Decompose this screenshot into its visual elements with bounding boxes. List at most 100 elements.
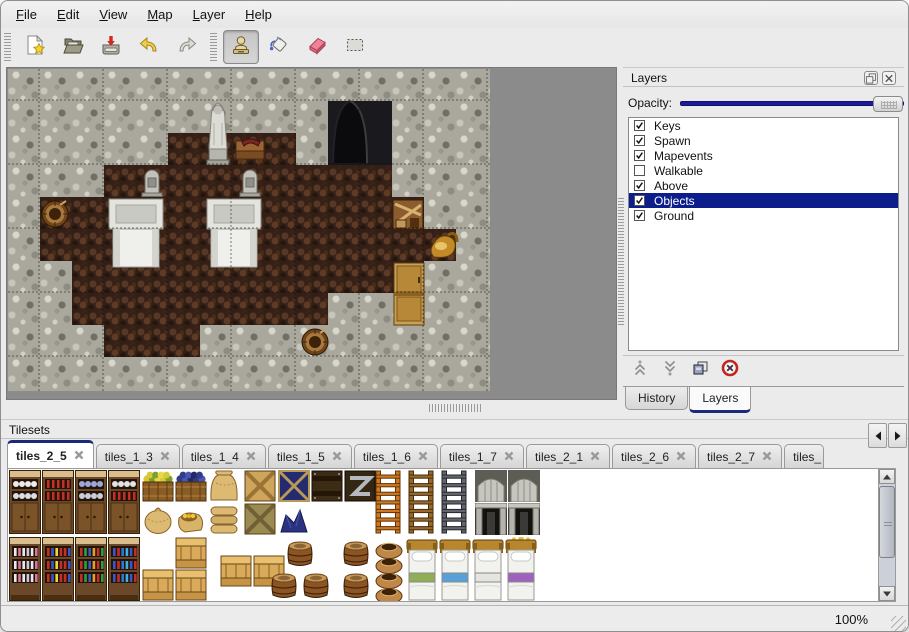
- tileset-tab-tiles_2_5[interactable]: tiles_2_5: [7, 440, 94, 469]
- layer-visibility-checkbox[interactable]: [634, 210, 645, 221]
- tile-shelf-books-redblue[interactable]: [42, 537, 74, 601]
- layer-visibility-checkbox[interactable]: [634, 195, 645, 206]
- open-folder-button[interactable]: [55, 30, 91, 64]
- tileset-tab-tiles_1_7[interactable]: tiles_1_7: [440, 444, 524, 469]
- tile-crate-produce-grapes[interactable]: [175, 470, 207, 502]
- tile-crate-navy[interactable]: [278, 470, 310, 502]
- tile-sack-round[interactable]: [142, 503, 174, 535]
- tile-arch-top[interactable]: [475, 470, 507, 502]
- close-tab-icon[interactable]: [245, 450, 257, 465]
- eraser-tool-button[interactable]: [299, 30, 335, 64]
- window-resize-grip[interactable]: [891, 616, 906, 631]
- map-canvas[interactable]: [8, 69, 490, 391]
- tile-shelf-books-blue[interactable]: [108, 537, 140, 601]
- undo-button[interactable]: [131, 30, 167, 64]
- tile-crate-produce-veg[interactable]: [142, 470, 174, 502]
- tile-barrel-up[interactable]: [300, 569, 332, 601]
- tile-shelf-books-multi[interactable]: [75, 537, 107, 601]
- layer-row-spawn[interactable]: Spawn: [629, 133, 898, 148]
- close-tab-icon[interactable]: [159, 450, 171, 465]
- save-button[interactable]: [93, 30, 129, 64]
- close-tab-icon[interactable]: [331, 450, 343, 465]
- tile-shelf-cabinet-dishes[interactable]: [9, 470, 41, 534]
- layer-visibility-checkbox[interactable]: [634, 120, 645, 131]
- opacity-slider[interactable]: [680, 101, 904, 106]
- layer-visibility-checkbox[interactable]: [634, 150, 645, 161]
- tile-pot-stack[interactable]: [374, 537, 404, 601]
- menu-item-view[interactable]: View: [89, 1, 137, 28]
- tileset-tab-tiles_1_4[interactable]: tiles_1_4: [182, 444, 266, 469]
- tile-ladder-gray[interactable]: [438, 470, 470, 534]
- tile-navy-pile[interactable]: [278, 503, 310, 535]
- tile-arch-top[interactable]: [508, 470, 540, 502]
- tile-shelf-cabinet-red[interactable]: [42, 470, 74, 534]
- layer-row-keys[interactable]: Keys: [629, 118, 898, 133]
- toolbar-drag-handle[interactable]: [4, 33, 11, 61]
- move-layer-down-button[interactable]: [659, 360, 681, 382]
- tileset-tab-tiles_1_6[interactable]: tiles_1_6: [354, 444, 438, 469]
- opacity-slider-handle[interactable]: [873, 96, 903, 112]
- redo-button[interactable]: [169, 30, 205, 64]
- tile-sack-tall[interactable]: [208, 470, 240, 502]
- duplicate-layer-button[interactable]: [689, 360, 711, 382]
- layer-row-above[interactable]: Above: [629, 178, 898, 193]
- rect-select-tool-button[interactable]: [337, 30, 373, 64]
- menu-item-help[interactable]: Help: [235, 1, 282, 28]
- tile-bed-blue[interactable]: [439, 537, 471, 601]
- tile-sack-gold[interactable]: [175, 503, 207, 535]
- horizontal-splitter-handle[interactable]: [429, 404, 483, 412]
- tile-bed-green[interactable]: [406, 537, 438, 601]
- tileset-tab-tiles_1_5[interactable]: tiles_1_5: [268, 444, 352, 469]
- map-viewport[interactable]: [6, 67, 617, 400]
- tile-sack-flat[interactable]: [208, 503, 240, 535]
- layer-visibility-checkbox[interactable]: [634, 165, 645, 176]
- toolbar-drag-handle[interactable]: [210, 33, 217, 61]
- scroll-tabs-right-button[interactable]: [888, 423, 907, 448]
- tile-crate-x-tan[interactable]: [244, 470, 276, 502]
- close-tab-icon[interactable]: [589, 450, 601, 465]
- dock-tab-history[interactable]: History: [625, 387, 688, 410]
- float-panel-icon[interactable]: [864, 71, 878, 85]
- menu-item-map[interactable]: Map: [137, 1, 182, 28]
- layer-visibility-checkbox[interactable]: [634, 180, 645, 191]
- tile-shelf-cabinet-jars[interactable]: [108, 470, 140, 534]
- tile-arch-door[interactable]: [508, 503, 540, 535]
- tile-box[interactable]: [142, 569, 174, 601]
- tile-barrel-up[interactable]: [268, 569, 300, 601]
- tile-crate-dark[interactable]: [311, 470, 343, 502]
- tileset-tab-tiles_2_1[interactable]: tiles_2_1: [526, 444, 610, 469]
- menu-item-file[interactable]: File: [6, 1, 47, 28]
- tile-barrel-up[interactable]: [340, 537, 372, 569]
- tile-ladder-brown[interactable]: [405, 470, 437, 534]
- tileset-tab-tiles-truncated[interactable]: tiles_: [784, 444, 824, 469]
- tile-shelf-cabinet-plates[interactable]: [75, 470, 107, 534]
- dock-tab-layers[interactable]: Layers: [689, 387, 751, 413]
- tile-bed-white[interactable]: [472, 537, 504, 601]
- tile-ladder-orange[interactable]: [372, 470, 404, 534]
- tile-box[interactable]: [220, 555, 252, 587]
- menu-item-layer[interactable]: Layer: [183, 1, 236, 28]
- close-tab-icon[interactable]: [675, 450, 687, 465]
- tile-box[interactable]: [175, 537, 207, 569]
- scroll-down-button[interactable]: [879, 586, 895, 601]
- tile-barrel-up[interactable]: [340, 569, 372, 601]
- layer-visibility-checkbox[interactable]: [634, 135, 645, 146]
- tile-barrel-up[interactable]: [284, 537, 316, 569]
- tileset-tab-tiles_2_6[interactable]: tiles_2_6: [612, 444, 696, 469]
- tile-bed-purple[interactable]: [505, 537, 537, 601]
- tileset-tab-tiles_2_7[interactable]: tiles_2_7: [698, 444, 782, 469]
- new-file-button[interactable]: [17, 30, 53, 64]
- layer-row-mapevents[interactable]: Mapevents: [629, 148, 898, 163]
- tile-shelf-books-milk[interactable]: [9, 537, 41, 601]
- close-tab-icon[interactable]: [417, 450, 429, 465]
- stamp-tool-button[interactable]: [223, 30, 259, 64]
- move-layer-up-button[interactable]: [629, 360, 651, 382]
- layer-row-objects[interactable]: Objects: [629, 193, 898, 208]
- close-tab-icon[interactable]: [503, 450, 515, 465]
- tileset-scrollbar[interactable]: [878, 468, 896, 602]
- layer-row-walkable[interactable]: Walkable: [629, 163, 898, 178]
- close-tab-icon[interactable]: [73, 449, 85, 464]
- scroll-up-button[interactable]: [879, 469, 895, 484]
- layer-row-ground[interactable]: Ground: [629, 208, 898, 223]
- fill-bucket-tool-button[interactable]: [261, 30, 297, 64]
